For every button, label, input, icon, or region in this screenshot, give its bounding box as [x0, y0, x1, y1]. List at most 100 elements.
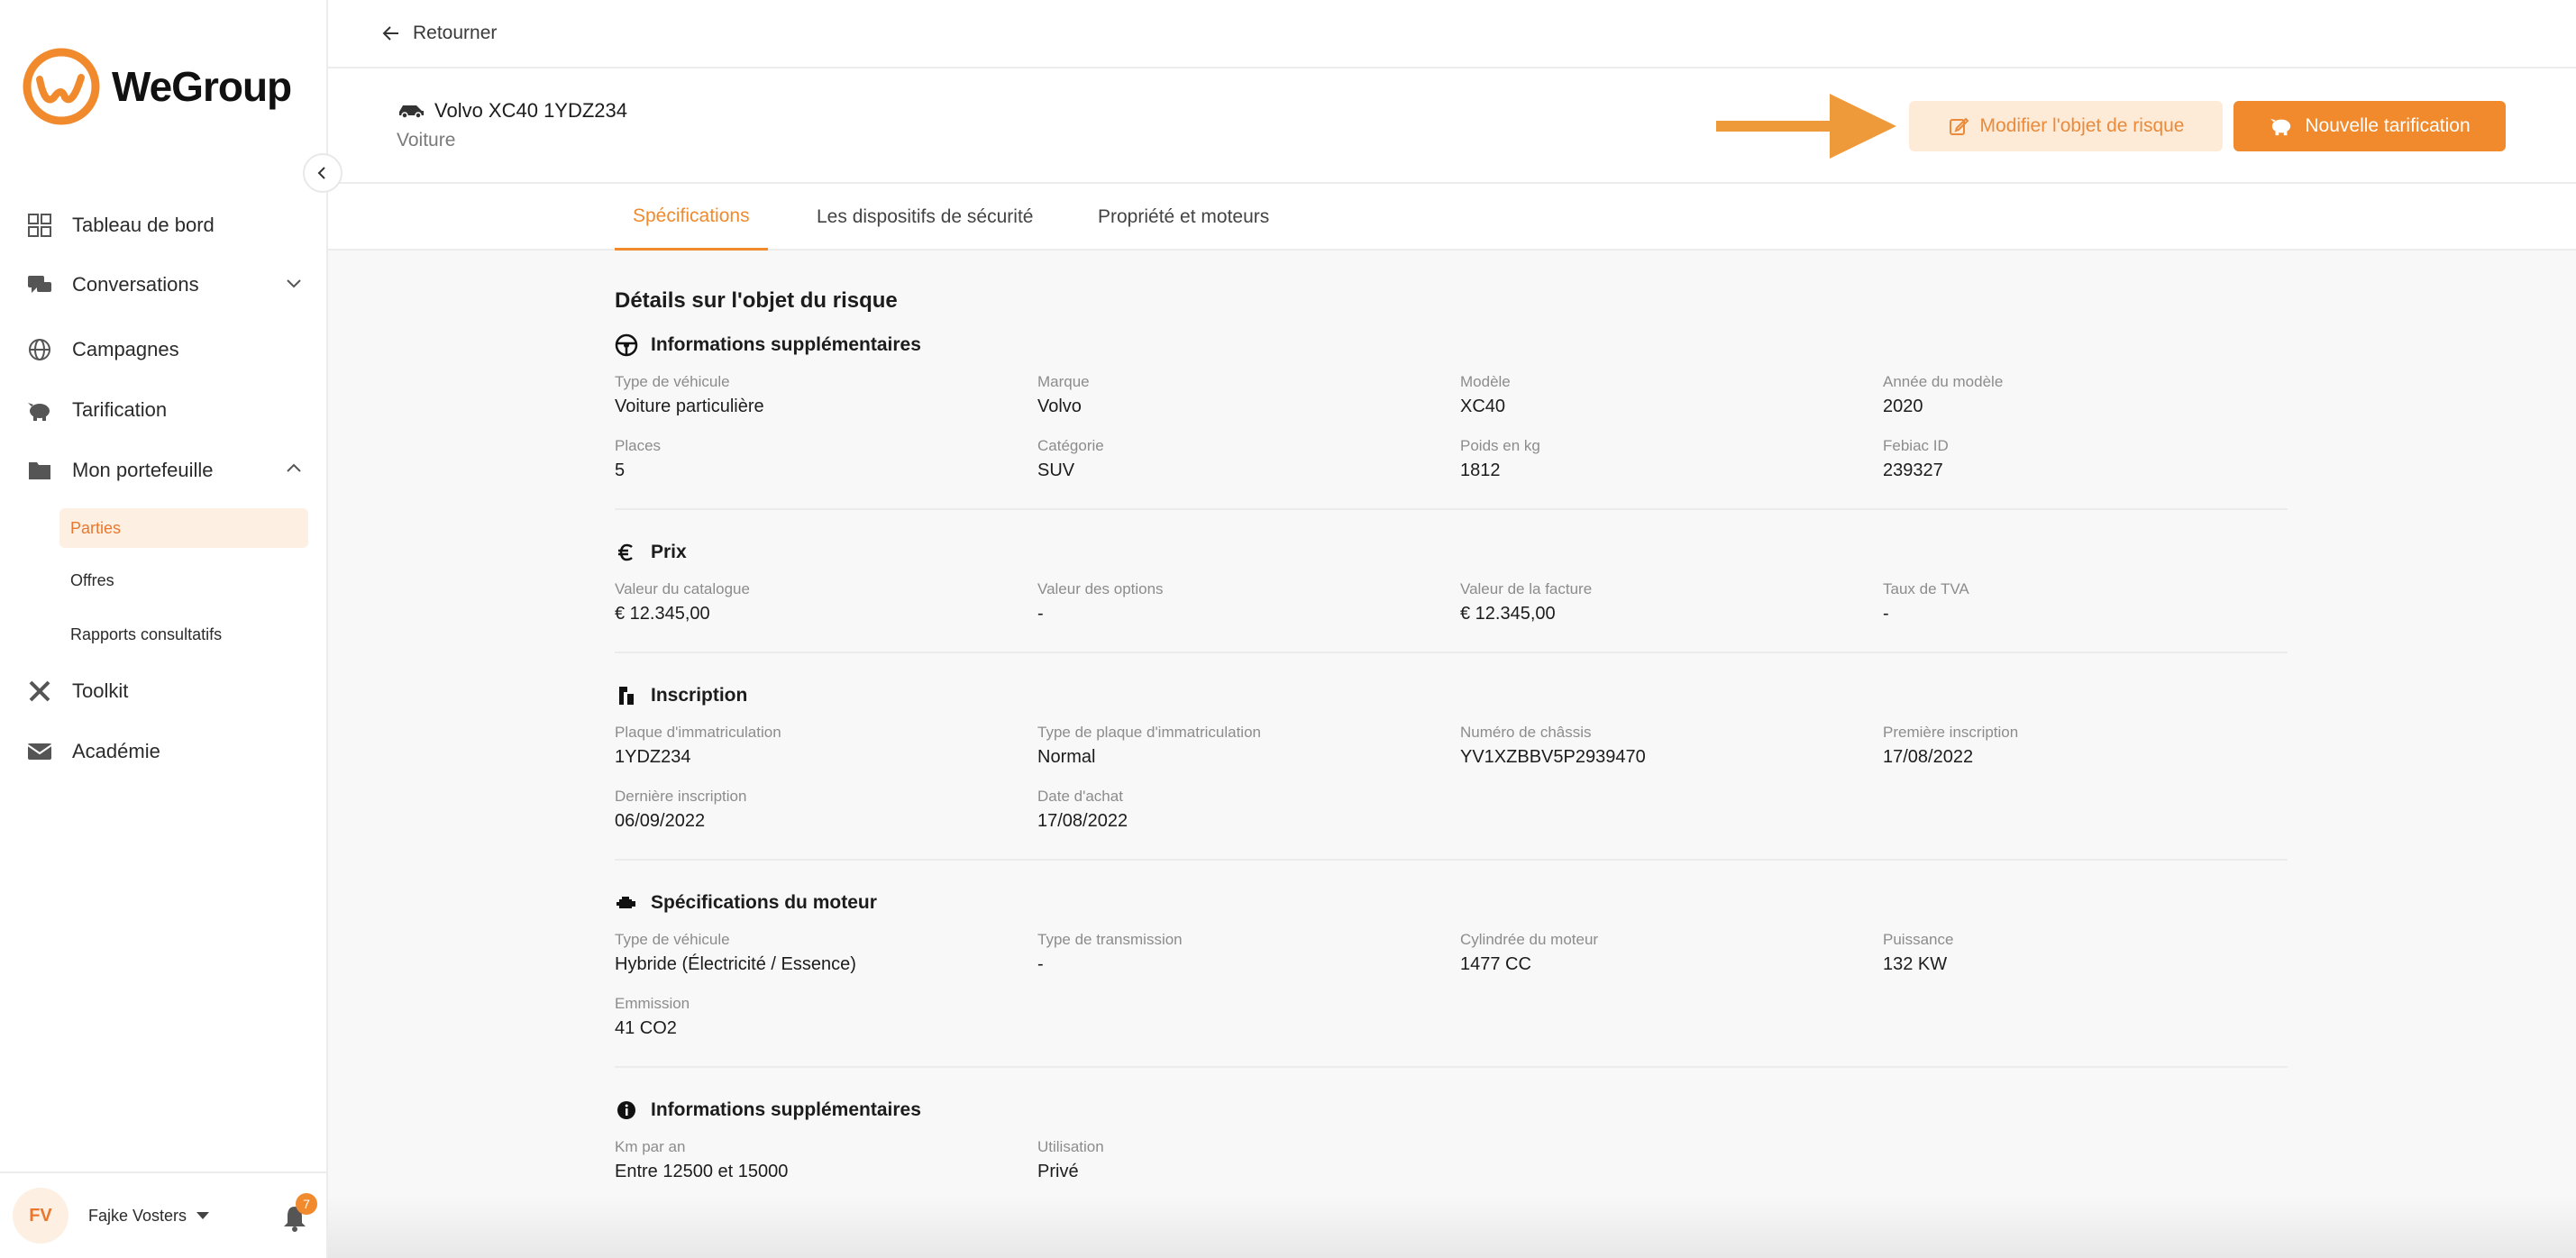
field-taux-tva: Taux de TVA - — [1883, 580, 2306, 624]
edit-risk-object-label: Modifier l'objet de risque — [1979, 115, 2185, 136]
sidebar-subitem-rapports-consultatifs[interactable]: Rapports consultatifs — [59, 615, 308, 654]
field-date-achat: Date d'achat 17/08/2022 — [1037, 788, 1460, 832]
logo[interactable]: WeGroup — [22, 47, 292, 126]
field-emmission: Emmission 41 CO2 — [615, 995, 1037, 1039]
section-title: Informations supplémentaires — [615, 1098, 2288, 1122]
field-febiac-id: Febiac ID 239327 — [1883, 437, 2306, 481]
field-grid: Type de véhicule Voiture particulière Mar… — [615, 373, 2288, 481]
tab-label: Les dispositifs de sécurité — [817, 206, 1034, 227]
main-content: Détails sur l'objet du risque Informatio… — [615, 270, 2288, 1240]
info-icon — [615, 1098, 638, 1122]
arrow-left-icon — [382, 26, 398, 41]
sidebar-item-label: Mon portefeuille — [72, 459, 214, 481]
field-valeur-facture: Valeur de la facture € 12.345,00 — [1460, 580, 1883, 624]
back-link[interactable]: Retourner — [382, 23, 497, 44]
field-value: 1812 — [1460, 460, 1501, 480]
sidebar-item-label: Académie — [72, 740, 160, 762]
mail-icon — [25, 737, 54, 766]
sidebar-item-tarification[interactable]: Tarification — [25, 390, 305, 430]
field-valeur-options: Valeur des options - — [1037, 580, 1460, 624]
field-utilisation: Utilisation Privé — [1037, 1138, 1460, 1182]
sidebar-item-academie[interactable]: Académie — [25, 732, 305, 771]
field-label: Utilisation — [1037, 1138, 1104, 1155]
field-premiere-inscription: Première inscription 17/08/2022 — [1883, 724, 2306, 768]
sidebar-subitem-label: Parties — [70, 518, 122, 537]
page-title: Détails sur l'objet du risque — [615, 288, 898, 313]
field-value: Hybride (Électricité / Essence) — [615, 954, 856, 974]
field-label: Valeur du catalogue — [615, 580, 750, 597]
euro-icon — [615, 541, 638, 564]
new-tarification-button[interactable]: Nouvelle tarification — [2233, 101, 2506, 151]
sidebar: WeGroup Tableau de bord Conversations Ca… — [0, 0, 343, 1258]
new-tarification-label: Nouvelle tarification — [2305, 115, 2471, 136]
sidebar-item-label: Campagnes — [72, 338, 179, 360]
sidebar-item-mon-portefeuille[interactable]: Mon portefeuille — [25, 451, 305, 490]
section-title: Prix — [615, 541, 2288, 564]
section-title-text: Spécifications du moteur — [651, 892, 877, 913]
field-value: Privé — [1037, 1162, 1079, 1181]
notifications-button[interactable]: 7 — [281, 1193, 317, 1237]
section-specifications-moteur: Spécifications du moteur Type de véhicul… — [615, 891, 2288, 1068]
sidebar-subitem-label: Offres — [70, 570, 114, 589]
tabs-bar: Spécifications Les dispositifs de sécuri… — [328, 184, 2576, 251]
sidebar-item-label: Tarification — [72, 398, 168, 421]
field-value: € 12.345,00 — [1460, 604, 1556, 624]
field-label: Taux de TVA — [1883, 580, 1969, 597]
chat-icon — [25, 270, 54, 299]
field-label: Type de plaque d'immatriculation — [1037, 724, 1261, 741]
field-poids: Poids en kg 1812 — [1460, 437, 1883, 481]
collapse-sidebar-button[interactable] — [303, 153, 343, 193]
section-title-text: Informations supplémentaires — [651, 1099, 921, 1120]
field-grid: Valeur du catalogue € 12.345,00 Valeur de… — [615, 580, 2288, 624]
field-value: 2020 — [1883, 397, 1923, 416]
field-value: 17/08/2022 — [1037, 811, 1128, 831]
steering-wheel-icon — [615, 333, 638, 357]
chevron-down-icon[interactable] — [283, 272, 305, 294]
field-value: - — [1037, 604, 1044, 624]
user-name[interactable]: Fajke Vosters — [88, 1207, 187, 1226]
engine-icon — [615, 891, 638, 915]
field-label: Valeur de la facture — [1460, 580, 1593, 597]
field-value: 239327 — [1883, 460, 1943, 480]
chevron-up-icon[interactable] — [283, 458, 305, 479]
caret-down-icon[interactable] — [196, 1210, 210, 1221]
folder-icon — [25, 456, 54, 485]
field-label: Km par an — [615, 1138, 686, 1155]
field-label: Première inscription — [1883, 724, 2019, 741]
field-value: Volvo — [1037, 397, 1082, 416]
bottom-fade — [328, 1195, 2576, 1258]
sidebar-item-conversations[interactable]: Conversations — [25, 265, 305, 305]
edit-risk-object-button[interactable]: Modifier l'objet de risque — [1909, 101, 2223, 151]
field-label: Année du modèle — [1883, 373, 2004, 390]
section-title: Informations supplémentaires — [615, 333, 2288, 357]
field-label: Dernière inscription — [615, 788, 747, 805]
tab-specifications[interactable]: Spécifications — [615, 184, 768, 251]
tab-label: Spécifications — [633, 205, 750, 226]
sidebar-subitem-offres[interactable]: Offres — [59, 561, 308, 600]
sidebar-item-toolkit[interactable]: Toolkit — [25, 671, 305, 711]
field-grid: Type de véhicule Hybride (Électricité / E… — [615, 931, 2288, 1039]
section-title: Spécifications du moteur — [615, 891, 2288, 915]
field-label: Places — [615, 437, 662, 454]
sidebar-item-campagnes[interactable]: Campagnes — [25, 330, 305, 369]
field-grid: Km par an Entre 12500 et 15000 Utilisatio… — [615, 1138, 2288, 1182]
globe-icon — [25, 335, 54, 364]
avatar[interactable]: FV — [13, 1188, 69, 1244]
field-label: Emmission — [615, 995, 690, 1012]
field-categorie: Catégorie SUV — [1037, 437, 1460, 481]
object-subtitle: Voiture — [397, 130, 456, 150]
logo-text: WeGroup — [112, 63, 292, 110]
field-label: Valeur des options — [1037, 580, 1164, 597]
field-label: Numéro de châssis — [1460, 724, 1592, 741]
section-title: Inscription — [615, 684, 2288, 707]
tab-dispositifs-securite[interactable]: Les dispositifs de sécurité — [799, 184, 1051, 251]
sidebar-item-label: Conversations — [72, 273, 199, 296]
sidebar-item-tableau-de-bord[interactable]: Tableau de bord — [25, 205, 305, 245]
field-puissance: Puissance 132 KW — [1883, 931, 2306, 975]
user-bar: FV Fajke Vosters 7 — [0, 1171, 326, 1258]
section-title-text: Prix — [651, 542, 687, 562]
field-type-plaque: Type de plaque d'immatriculation Normal — [1037, 724, 1460, 768]
car-icon — [399, 105, 424, 119]
sidebar-subitem-parties[interactable]: Parties — [59, 508, 308, 548]
tab-propriete-moteurs[interactable]: Propriété et moteurs — [1080, 184, 1287, 251]
